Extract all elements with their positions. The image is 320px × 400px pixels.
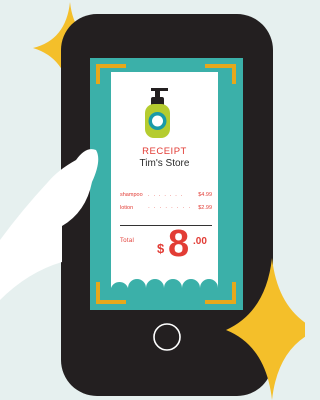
receipt-title: RECEIPT [142,146,187,157]
store-name: Tim's Store [139,158,190,169]
line-item: shampoo . . . . . . . $4.99 [120,191,212,201]
total-divider [120,225,212,227]
total-currency: $ [157,241,165,256]
receipt: RECEIPT Tim's Store shampoo . . . . . . … [111,72,218,285]
item-price: $4.99 [198,192,212,198]
item-name: shampoo [120,192,143,198]
total-cents: .00 [193,236,207,247]
total-label: Total [120,238,135,244]
item-leader: · · · · · · · · · · [148,205,194,211]
total-amount: 8 [168,223,190,265]
line-item: lotion · · · · · · · · · · $2.99 [120,204,212,214]
item-price: $2.99 [198,205,212,211]
item-leader: . . . . . . . [148,192,184,198]
item-name: lotion [120,205,134,211]
